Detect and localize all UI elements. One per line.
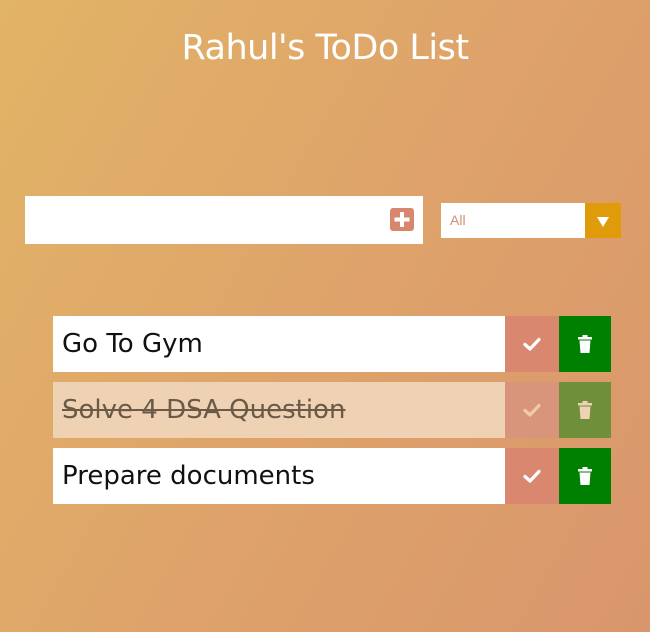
- complete-button[interactable]: [505, 382, 559, 438]
- complete-button[interactable]: [505, 448, 559, 504]
- todo-text: Prepare documents: [62, 461, 315, 491]
- add-todo-button[interactable]: [390, 208, 414, 231]
- check-icon: [523, 403, 541, 417]
- todo-text: Solve 4 DSA Question: [62, 395, 346, 425]
- check-icon: [523, 469, 541, 483]
- todo-text: Go To Gym: [62, 329, 203, 359]
- todo-input-container: [25, 196, 423, 244]
- trash-icon: [578, 401, 592, 419]
- todo-item: Prepare documents: [53, 448, 611, 504]
- todo-item: Go To Gym: [53, 316, 611, 372]
- delete-button[interactable]: [559, 316, 611, 372]
- delete-button[interactable]: [559, 448, 611, 504]
- todo-input[interactable]: [25, 196, 385, 244]
- todo-item-completed: Solve 4 DSA Question: [53, 382, 611, 438]
- plus-square-icon: [394, 212, 410, 227]
- page-title: Rahul's ToDo List: [181, 28, 469, 68]
- trash-icon: [578, 335, 592, 353]
- caret-down-icon: [597, 217, 609, 227]
- check-icon: [523, 337, 541, 351]
- todo-list: Go To Gym Solve 4 DSA Question Prepare d…: [53, 316, 611, 514]
- trash-icon: [578, 467, 592, 485]
- filter-selected-value: All: [450, 212, 466, 228]
- delete-button[interactable]: [559, 382, 611, 438]
- complete-button[interactable]: [505, 316, 559, 372]
- filter-dropdown-button[interactable]: [585, 203, 621, 238]
- filter-select[interactable]: All: [441, 203, 621, 238]
